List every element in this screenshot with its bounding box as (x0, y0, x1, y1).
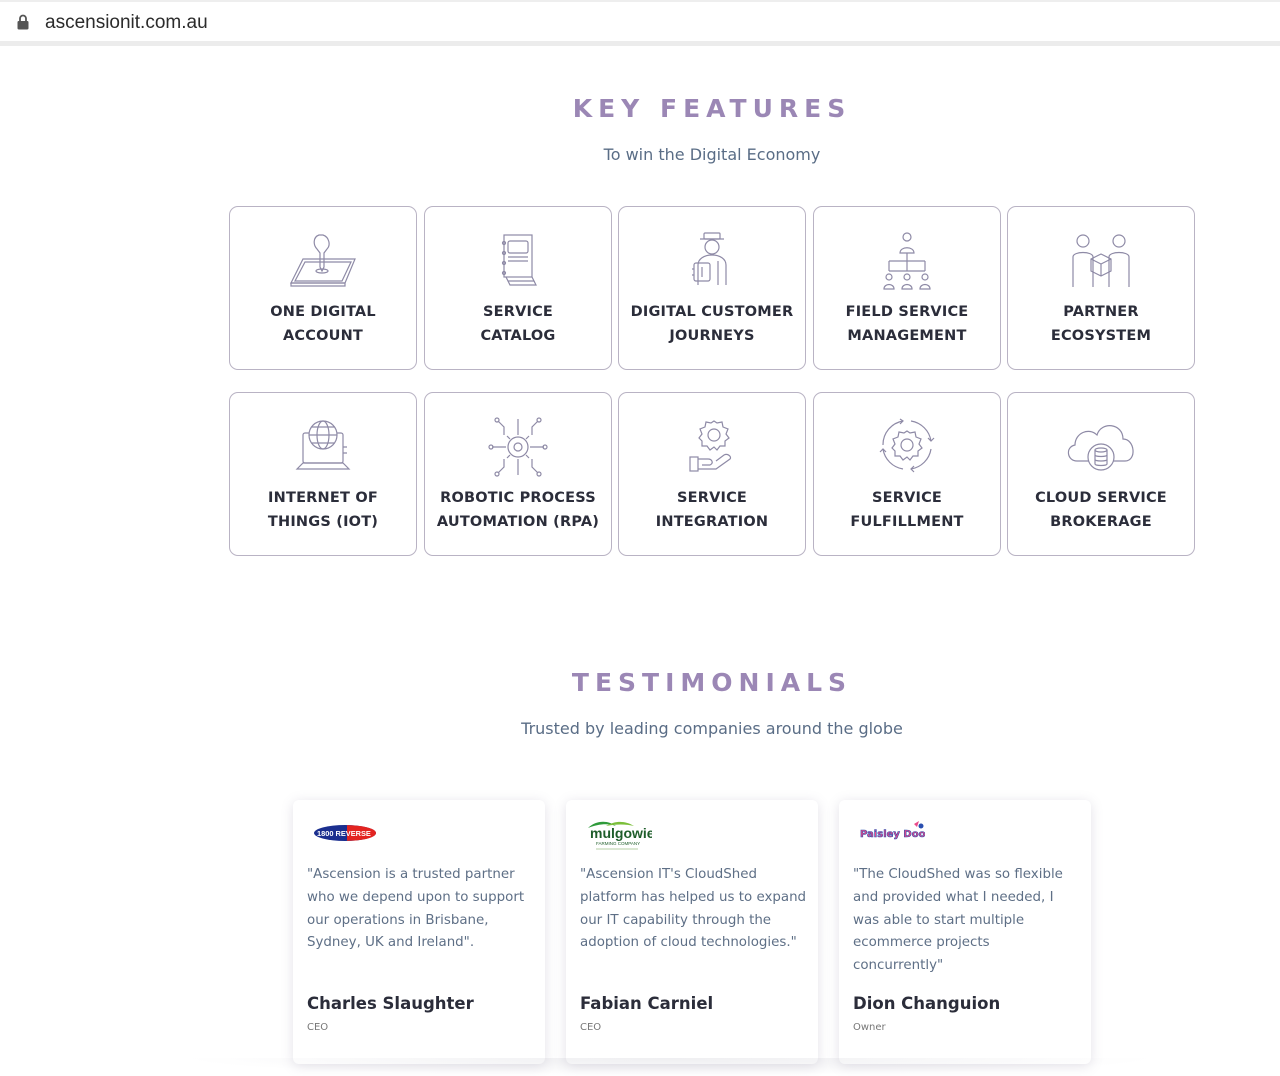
lock-icon (17, 14, 29, 30)
testimonial-name: Fabian Carniel (580, 994, 714, 1013)
testimonial-quote: "The CloudShed was so flexible and provi… (853, 867, 1063, 974)
bottom-shadow (180, 1058, 1160, 1076)
feature-label: DIGITAL CUSTOMER JOURNEYS (630, 304, 794, 344)
feature-card-service-fulfillment[interactable]: SERVICE FULFILLMENT (813, 392, 1001, 556)
feature-card-digital-customer-journeys[interactable]: DIGITAL CUSTOMER JOURNEYS (618, 206, 806, 370)
feature-label: SERVICE INTEGRATION (655, 490, 769, 530)
testimonials-title: TESTIMONIALS (571, 668, 853, 697)
feature-card-internet-of-things[interactable]: INTERNET OF THINGS (IOT) (229, 392, 417, 556)
globe-laptop-icon (283, 417, 363, 481)
feature-label: ONE DIGITAL ACCOUNT (270, 304, 376, 344)
features-subtitle: To win the Digital Economy (603, 145, 821, 164)
feature-label: SERVICE FULFILLMENT (850, 490, 964, 530)
feature-card-one-digital-account[interactable]: ONE DIGITAL ACCOUNT (229, 206, 417, 370)
feature-label: PARTNER ECOSYSTEM (1050, 304, 1152, 344)
gear-network-icon (478, 417, 558, 481)
gear-cycle-icon (867, 417, 947, 481)
testimonial-quote: "Ascension IT's CloudShed platform has h… (580, 867, 807, 951)
feature-label: SERVICE CATALOG (480, 304, 556, 344)
browser-address-bar[interactable]: ascensionit.com.au (0, 0, 1280, 46)
partners-box-icon (1061, 231, 1141, 295)
feature-card-partner-ecosystem[interactable]: PARTNER ECOSYSTEM (1007, 206, 1195, 370)
gear-hand-icon (672, 417, 752, 481)
testimonial-name: Charles Slaughter (307, 994, 474, 1013)
feature-card-service-catalog[interactable]: SERVICE CATALOG (424, 206, 612, 370)
cloud-database-icon (1061, 417, 1141, 481)
svg-text:1800 REVERSE: 1800 REVERSE (317, 829, 371, 838)
feature-label: FIELD SERVICE MANAGEMENT (845, 304, 969, 344)
feature-label: CLOUD SERVICE BROKERAGE (1035, 490, 1167, 530)
url-text[interactable]: ascensionit.com.au (45, 12, 208, 34)
feature-card-service-integration[interactable]: SERVICE INTEGRATION (618, 392, 806, 556)
testimonial-role: CEO (307, 1022, 329, 1033)
testimonial-name: Dion Changuion (853, 994, 1001, 1013)
svg-text:Paisley Dooo: Paisley Dooo (860, 829, 925, 840)
tablet-touch-icon (283, 231, 363, 295)
feature-label: ROBOTIC PROCESS AUTOMATION (RPA) (436, 490, 600, 530)
org-chart-icon (867, 231, 947, 295)
company-logo-mulgowie: mulgowie FARMING COMPANY (586, 818, 655, 850)
features-title: KEY FEATURES (572, 94, 852, 123)
testimonial-card: Paisley Dooo "The CloudShed was so flexi… (839, 800, 1091, 1064)
company-logo-paisley-dooo: Paisley Dooo (859, 818, 933, 848)
company-logo-1800-reverse: 1800 REVERSE (313, 818, 379, 848)
testimonial-card: mulgowie FARMING COMPANY "Ascension IT's… (566, 800, 818, 1064)
svg-text:FARMING COMPANY: FARMING COMPANY (596, 841, 640, 846)
testimonial-card: 1800 REVERSE "Ascension is a trusted par… (293, 800, 545, 1064)
testimonial-quote: "Ascension is a trusted partner who we d… (307, 867, 525, 951)
feature-label: INTERNET OF THINGS (IOT) (267, 490, 379, 530)
customer-journey-icon (672, 231, 752, 295)
testimonial-role: Owner (853, 1022, 886, 1033)
feature-card-robotic-process-automation[interactable]: ROBOTIC PROCESS AUTOMATION (RPA) (424, 392, 612, 556)
testimonials-subtitle: Trusted by leading companies around the … (521, 719, 903, 738)
feature-card-cloud-service-brokerage[interactable]: CLOUD SERVICE BROKERAGE (1007, 392, 1195, 556)
testimonial-role: CEO (580, 1022, 602, 1033)
svg-text:mulgowie: mulgowie (590, 825, 652, 841)
catalog-book-icon (478, 231, 558, 295)
feature-card-field-service-management[interactable]: FIELD SERVICE MANAGEMENT (813, 206, 1001, 370)
